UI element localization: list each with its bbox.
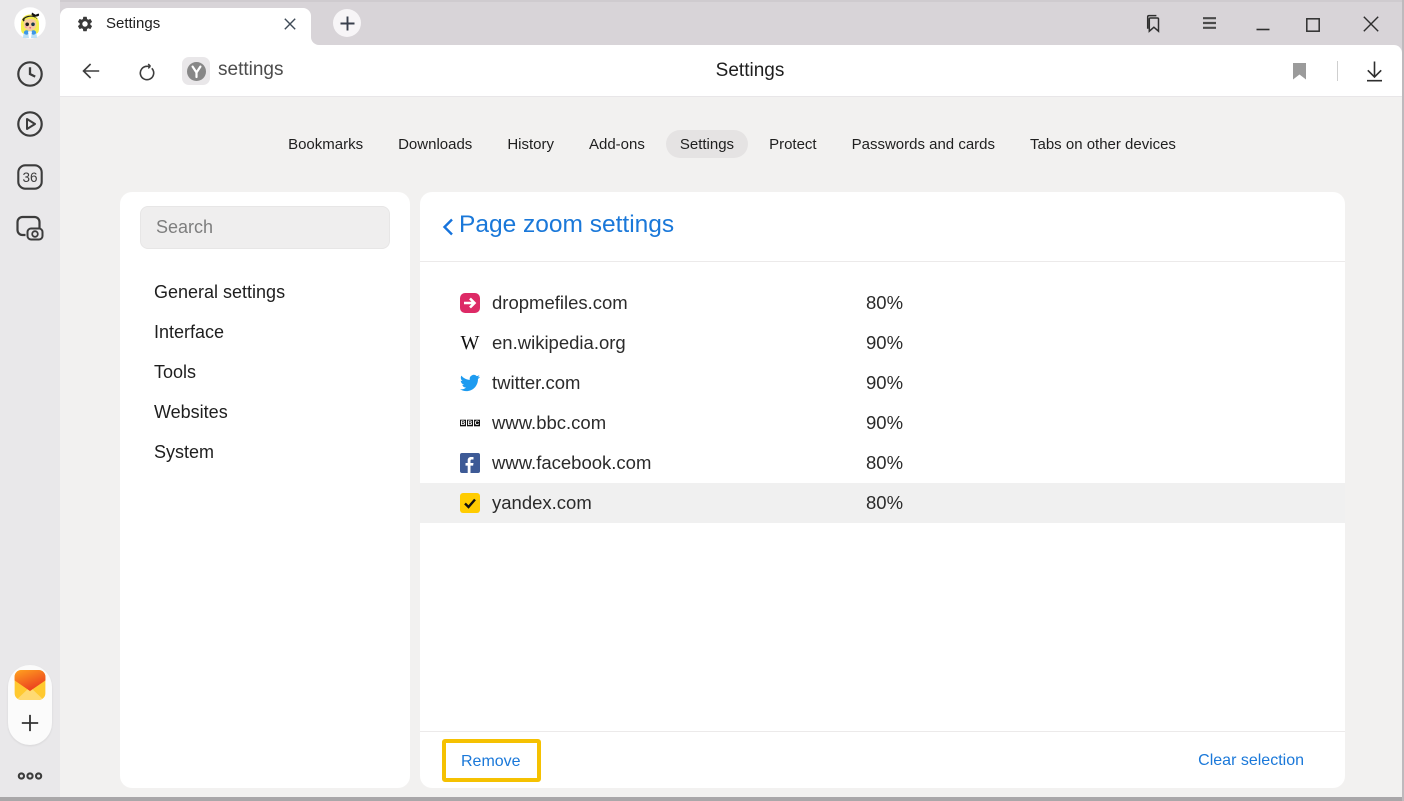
svg-text:36: 36 [22,170,37,185]
svg-text:B: B [468,420,473,427]
svg-text:B: B [461,420,466,427]
svg-text:C: C [475,420,480,427]
